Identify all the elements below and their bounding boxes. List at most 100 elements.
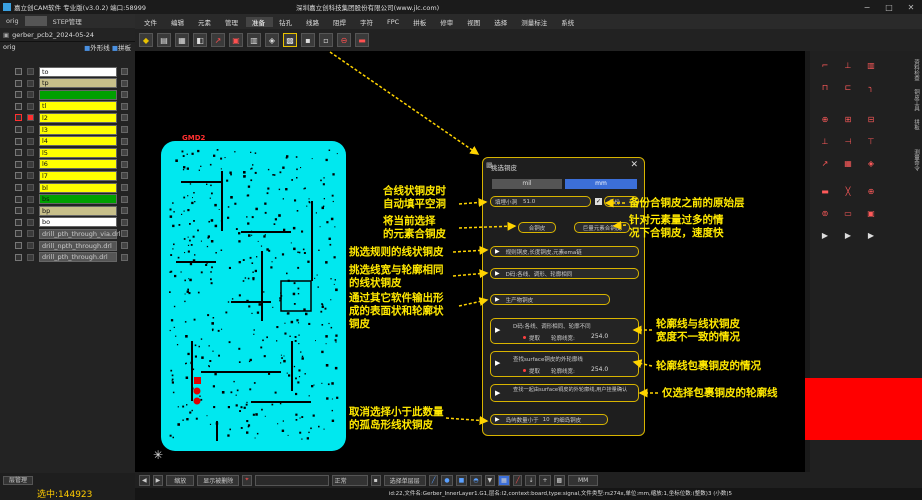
right-tool-icon-9[interactable]: ⊥: [820, 137, 830, 147]
snap-icon[interactable]: ▪: [370, 474, 381, 486]
tool-13-icon[interactable]: ▬: [355, 33, 369, 47]
layer-row[interactable]: bo: [0, 217, 135, 228]
maximize-button[interactable]: □: [878, 3, 900, 12]
layer-option-icon[interactable]: [121, 91, 128, 99]
layer-name[interactable]: bp: [39, 205, 117, 216]
layer-name[interactable]: l7: [39, 170, 117, 181]
layer-visible-checkbox[interactable]: [15, 102, 22, 110]
layer-row[interactable]: l2: [0, 112, 135, 123]
menu-item-5[interactable]: 钻孔: [273, 17, 300, 27]
right-tool-icon-10[interactable]: ⊣: [843, 137, 853, 147]
layer-row[interactable]: l7: [0, 170, 135, 181]
layer-name[interactable]: l6: [39, 159, 117, 170]
layer-name[interactable]: l2: [39, 112, 117, 123]
menu-item-6[interactable]: 线路: [300, 17, 327, 27]
menu-item-0[interactable]: 文件: [138, 17, 165, 27]
menu-item-9[interactable]: FPC: [381, 18, 407, 26]
tool-8-icon[interactable]: ◈: [265, 33, 279, 47]
layer-visible-checkbox[interactable]: [15, 137, 22, 145]
right-tool-icon-1[interactable]: ⊥: [843, 61, 853, 71]
tool-2-icon[interactable]: ▤: [157, 33, 171, 47]
close-button[interactable]: ✕: [900, 3, 922, 12]
filter-icon[interactable]: ▼: [484, 474, 496, 486]
tool-10-icon[interactable]: ▪: [301, 33, 315, 47]
right-tool-icon-2[interactable]: ▥: [866, 61, 876, 71]
menu-item-15[interactable]: 系统: [555, 17, 582, 27]
layer-row[interactable]: bp: [0, 205, 135, 216]
layer-visible-checkbox[interactable]: [15, 91, 22, 99]
layer-option-icon[interactable]: [121, 195, 128, 203]
menu-item-3[interactable]: 管理: [219, 17, 246, 27]
layer-visible-checkbox[interactable]: [15, 114, 22, 122]
extract1-dot[interactable]: [523, 336, 526, 339]
minimize-button[interactable]: −: [856, 3, 878, 12]
pick-copper-tool-icon[interactable]: ▩: [283, 33, 297, 47]
layer-option-icon[interactable]: [121, 172, 128, 180]
tool-3-icon[interactable]: ▦: [175, 33, 189, 47]
tool-12-icon[interactable]: ⊖: [337, 33, 351, 47]
layer-visible-checkbox[interactable]: [15, 253, 22, 261]
layer-row[interactable]: l6: [0, 159, 135, 170]
layer-name[interactable]: tl: [39, 101, 117, 112]
measure-icon[interactable]: ╱: [512, 474, 523, 486]
right-tool-icon-16[interactable]: ╳: [843, 187, 853, 197]
right-panel-label[interactable]: 测量命令: [912, 149, 919, 171]
layer-option-icon[interactable]: [121, 218, 128, 226]
draw-rect-icon[interactable]: ■: [455, 474, 468, 486]
layer-row[interactable]: drill_pth_through_via.drl: [0, 228, 135, 239]
fill-hole-field[interactable]: 填埋小洞 51.0: [490, 196, 591, 207]
layer-name[interactable]: to: [39, 66, 117, 77]
select-single-layer-button[interactable]: 选择单层层: [383, 474, 426, 486]
right-tool-icon-17[interactable]: ⊕: [866, 187, 876, 197]
right-tool-icon-6[interactable]: ⊕: [820, 115, 830, 125]
pick-rule-button[interactable]: ▶ 规则铜皮,长度铜皮,元素ema链: [490, 246, 639, 257]
select-outline-group[interactable]: ▶ 查找一起由surface铜皮的外轮廓线,用户挂量确认: [490, 384, 639, 402]
next-icon[interactable]: ▶: [152, 474, 164, 486]
pcb-board[interactable]: [161, 141, 346, 451]
layer-visible-checkbox[interactable]: [15, 160, 22, 168]
layer-name[interactable]: l4: [39, 136, 117, 147]
layer-name[interactable]: drill_pth_through_via.drl: [39, 228, 121, 239]
menu-item-8[interactable]: 字符: [354, 17, 381, 27]
job-row[interactable]: ▣ gerber_pcb2_2024-05-24: [0, 28, 135, 42]
right-tool-icon-15[interactable]: ▬: [820, 187, 830, 197]
layer-name[interactable]: bl: [39, 182, 117, 193]
contour1-value[interactable]: 254.0: [591, 333, 608, 340]
show-deleted-button[interactable]: 显示被删除: [197, 474, 240, 486]
layer-row[interactable]: bs: [0, 194, 135, 205]
right-tool-icon-18[interactable]: ⊚: [820, 209, 830, 219]
layer-name[interactable]: [39, 89, 117, 100]
right-tool-icon-0[interactable]: ⌐: [820, 61, 830, 71]
dialog-close-icon[interactable]: ✕: [630, 160, 638, 170]
layer-name[interactable]: bs: [39, 194, 117, 205]
unit-tab-mil[interactable]: mil: [492, 179, 562, 189]
menu-item-2[interactable]: 元素: [192, 17, 219, 27]
coord-input[interactable]: [254, 474, 329, 486]
diff-play-icon[interactable]: ▶: [495, 326, 500, 334]
crosshair-icon[interactable]: ⌖: [242, 474, 252, 486]
layer-row[interactable]: l4: [0, 136, 135, 147]
layer-visible-checkbox[interactable]: [15, 195, 22, 203]
right-tool-icon-23[interactable]: ▶: [866, 231, 876, 241]
layer-row[interactable]: [0, 89, 135, 100]
layer-option-icon[interactable]: [121, 68, 128, 75]
backup-checkbox[interactable]: ✓: [595, 198, 602, 205]
tool-11-icon[interactable]: ▫: [319, 33, 333, 47]
layer-row[interactable]: bl: [0, 182, 135, 193]
right-tool-icon-13[interactable]: ▦: [843, 159, 853, 169]
layer-visible-checkbox[interactable]: [15, 230, 22, 238]
tab-orig[interactable]: orig: [0, 17, 25, 25]
tool-5-icon[interactable]: ↗: [211, 33, 225, 47]
right-tool-icon-3[interactable]: ⊓: [820, 83, 830, 93]
produce-copper-button[interactable]: ▶ 生产物铜皮: [490, 294, 610, 305]
extract2-dot[interactable]: [523, 369, 526, 372]
layer-visible-checkbox[interactable]: [15, 172, 22, 180]
right-tool-icon-5[interactable]: ╮: [866, 83, 876, 93]
layer-name[interactable]: drill_pth_through.drl: [39, 252, 117, 263]
tab-blank[interactable]: [24, 16, 47, 26]
step-name[interactable]: orig: [3, 43, 16, 51]
layer-visible-checkbox[interactable]: [15, 149, 22, 157]
unit-select[interactable]: MM: [568, 474, 599, 486]
draw-circle-icon[interactable]: ●: [441, 474, 453, 486]
right-panel-label[interactable]: 铜皮工具: [912, 89, 919, 111]
